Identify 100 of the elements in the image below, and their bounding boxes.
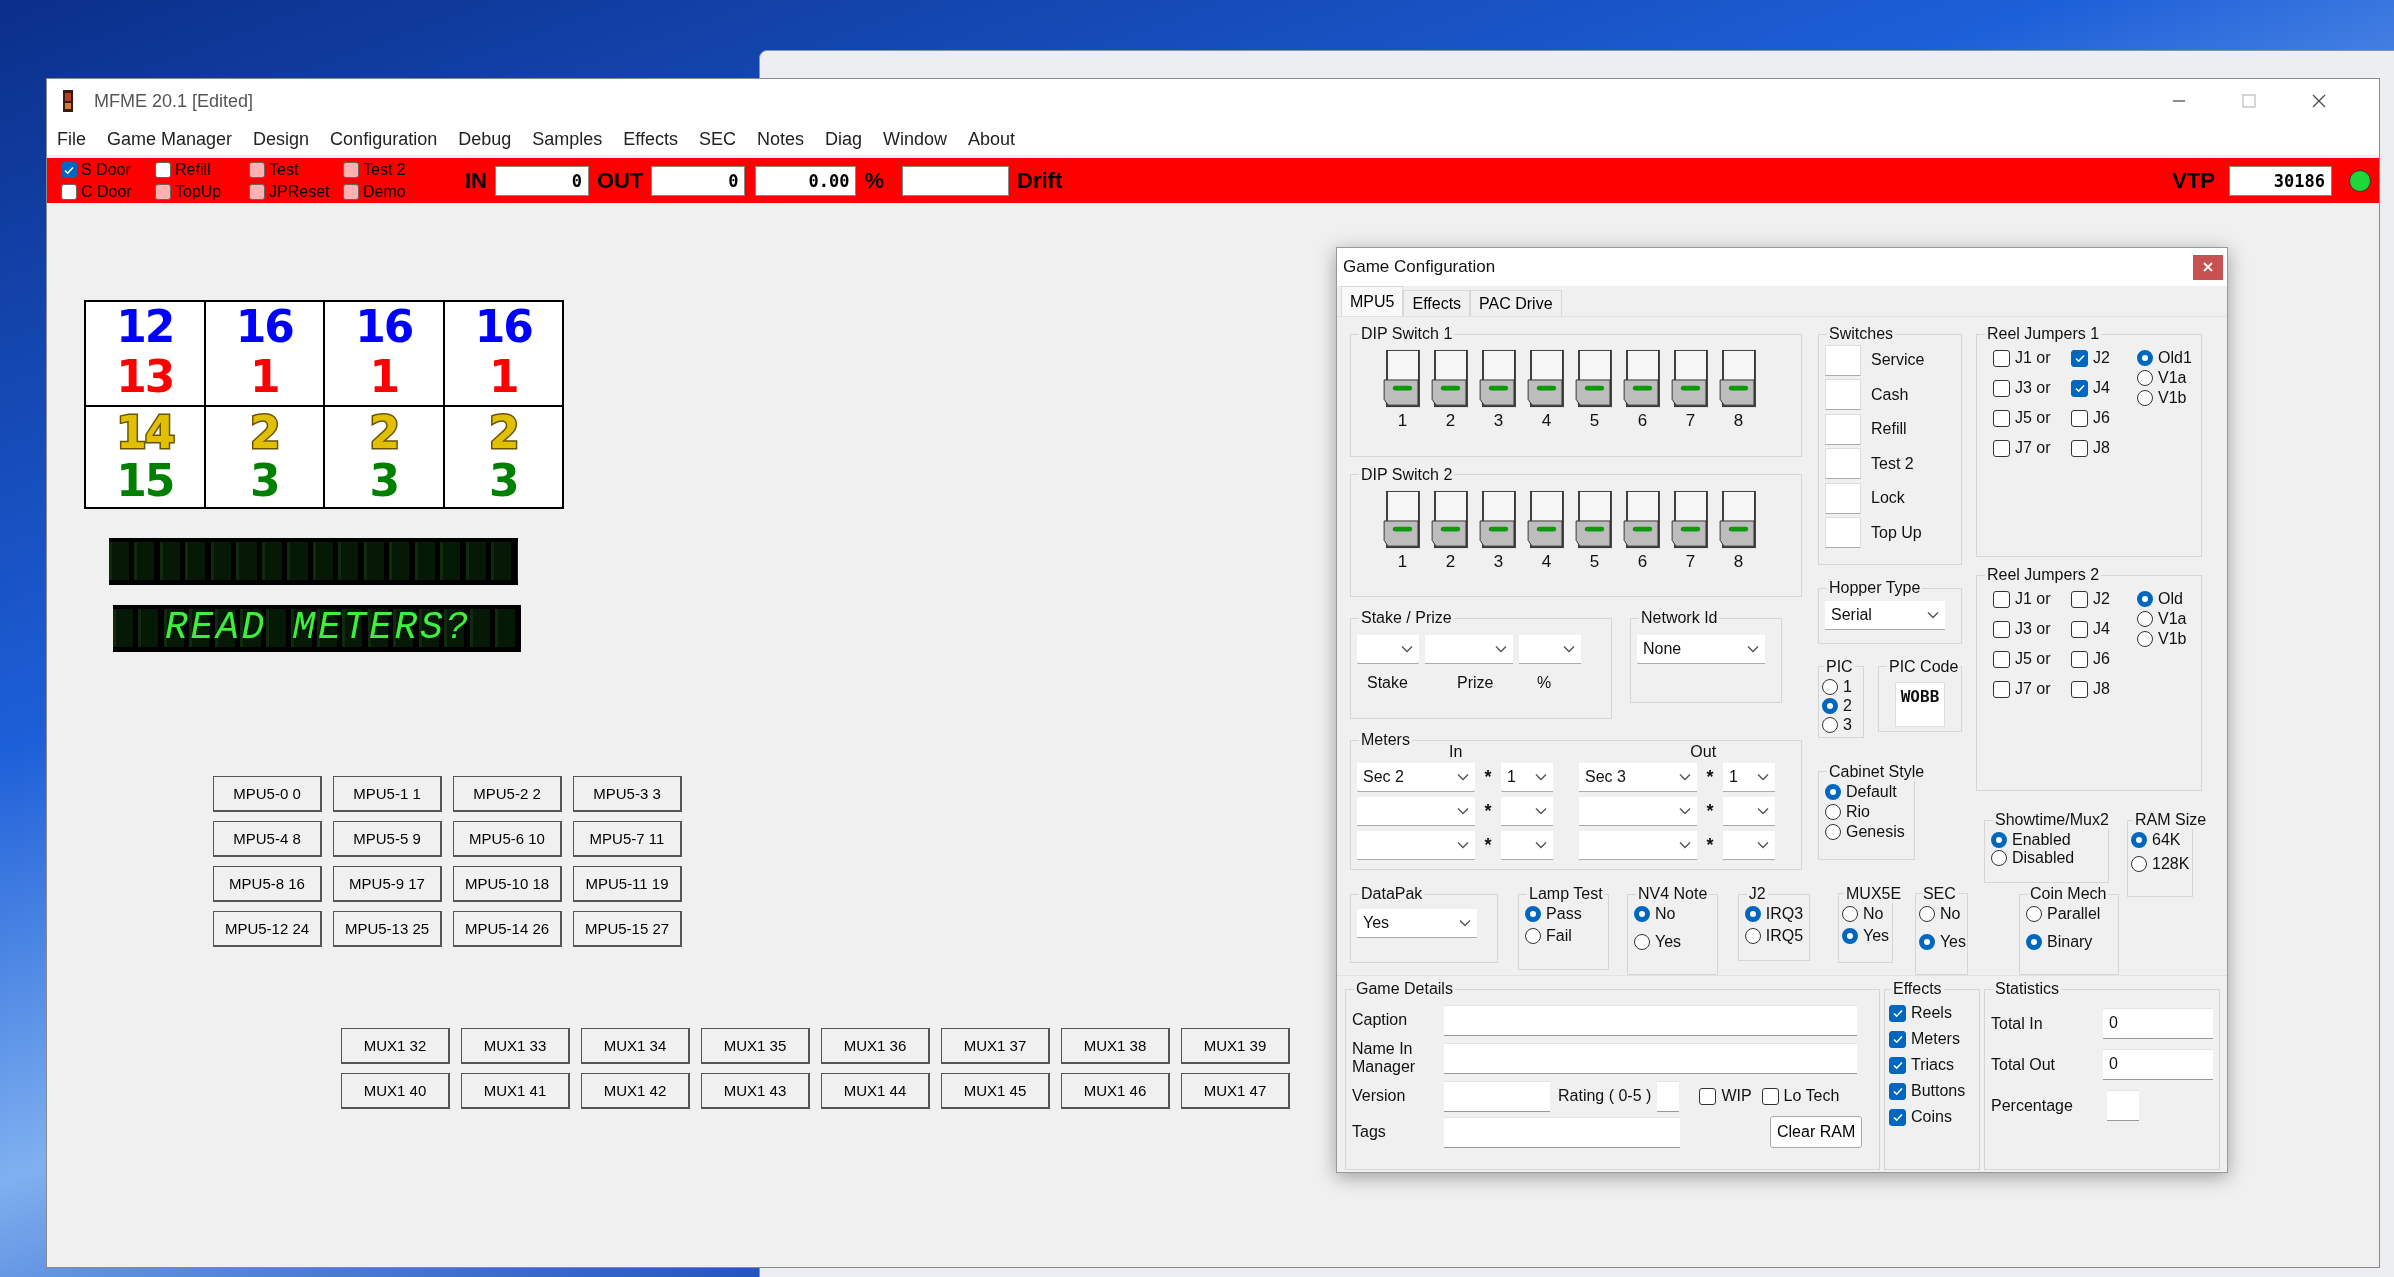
switch-button[interactable]	[1825, 448, 1861, 480]
checkbox[interactable]: Test	[249, 158, 343, 181]
dropdown[interactable]	[1501, 797, 1553, 826]
menu-item[interactable]: Samples	[532, 128, 603, 150]
radio-button[interactable]: Fail	[1525, 927, 1602, 945]
dropdown[interactable]: 1	[1501, 763, 1553, 792]
checkbox[interactable]: Test 2	[343, 158, 437, 181]
lamp-button[interactable]: MPU5-7 11	[573, 821, 682, 857]
out-field[interactable]: 0	[651, 165, 746, 196]
dropdown[interactable]	[1579, 797, 1697, 826]
vtp-field[interactable]: 30186	[2229, 165, 2332, 196]
dropdown[interactable]	[1579, 831, 1697, 860]
radio-button[interactable]: Default	[1825, 782, 1908, 801]
radio-button[interactable]: V1b	[2137, 630, 2187, 648]
lamp-button[interactable]: MUX1 47	[1181, 1073, 1290, 1109]
radio-button[interactable]: No	[1842, 905, 1889, 923]
switch-button[interactable]	[1825, 482, 1861, 514]
dropdown[interactable]	[1357, 797, 1475, 826]
checkbox[interactable]: Coins	[1889, 1108, 1975, 1126]
radio-button[interactable]: Yes	[1918, 933, 1964, 951]
radio-button[interactable]: Yes	[1633, 933, 1711, 951]
percentage-field[interactable]: 0.00	[755, 165, 857, 196]
dip-switch[interactable]	[1527, 489, 1566, 550]
dropdown[interactable]	[1723, 797, 1775, 826]
radio-button[interactable]: 128K	[2131, 855, 2189, 873]
in-field[interactable]: 0	[495, 165, 589, 196]
lamp-button[interactable]: MPU5-6 10	[453, 821, 562, 857]
menu-item[interactable]: Notes	[757, 128, 804, 150]
close-button[interactable]	[2193, 254, 2223, 280]
lamp-button[interactable]: MUX1 34	[581, 1028, 690, 1064]
radio-button[interactable]: Binary	[2026, 933, 2112, 951]
dropdown[interactable]: 1	[1723, 763, 1775, 792]
checkbox[interactable]: J8	[2071, 439, 2131, 457]
radio-button[interactable]: Yes	[1842, 927, 1889, 945]
dropdown[interactable]: Sec 2	[1357, 763, 1475, 792]
lamp-button[interactable]: MUX1 42	[581, 1073, 690, 1109]
switch-button[interactable]	[1825, 344, 1861, 376]
radio-button[interactable]: Old	[2137, 590, 2187, 608]
menu-item[interactable]: Design	[253, 128, 310, 150]
lamp-button[interactable]: MPU5-0 0	[213, 776, 322, 812]
menu-item[interactable]: File	[57, 128, 86, 150]
checkbox[interactable]: Lo Tech	[1761, 1087, 1840, 1105]
dip-switch[interactable]	[1623, 489, 1662, 550]
radio-button[interactable]: Rio	[1825, 802, 1908, 821]
dip-switch[interactable]	[1671, 349, 1710, 409]
radio-button[interactable]: Pass	[1525, 905, 1602, 923]
dropdown[interactable]: Serial	[1825, 601, 1945, 631]
lamp-button[interactable]: MPU5-10 18	[453, 866, 562, 902]
switch-button[interactable]	[1825, 379, 1861, 411]
checkbox[interactable]: TopUp	[155, 180, 249, 203]
lamp-button[interactable]: MPU5-8 16	[213, 866, 322, 902]
lamp-button[interactable]: MUX1 35	[701, 1028, 810, 1064]
lamp-button[interactable]: MUX1 41	[461, 1073, 570, 1109]
tab[interactable]: MPU5	[1341, 286, 1404, 316]
menu-item[interactable]: About	[968, 128, 1016, 150]
dip-switch[interactable]	[1431, 349, 1470, 409]
radio-button[interactable]: Old1	[2137, 349, 2192, 367]
checkbox[interactable]: J7 or	[1993, 439, 2071, 457]
lamp-button[interactable]: MUX1 43	[701, 1073, 810, 1109]
menu-item[interactable]: Effects	[623, 128, 678, 150]
tab[interactable]: PAC Drive	[1470, 290, 1562, 316]
radio-button[interactable]: IRQ5	[1744, 927, 1803, 945]
radio-button[interactable]: 64K	[2131, 831, 2189, 849]
lamp-button[interactable]: MPU5-1 1	[333, 776, 442, 812]
dropdown[interactable]: Sec 3	[1579, 763, 1697, 792]
menu-item[interactable]: SEC	[698, 128, 736, 150]
radio-button[interactable]: No	[1633, 905, 1711, 923]
checkbox[interactable]: J4	[2071, 620, 2131, 638]
checkbox[interactable]: Demo	[343, 180, 437, 203]
lamp-button[interactable]: MPU5-14 26	[453, 911, 562, 947]
checkbox[interactable]: J8	[2071, 680, 2131, 698]
radio-button[interactable]: V1a	[2137, 369, 2192, 387]
maximize-icon[interactable]	[2239, 91, 2259, 111]
total-out-field[interactable]: 0	[2103, 1049, 2213, 1080]
lamp-button[interactable]: MPU5-4 8	[213, 821, 322, 857]
percentage-field[interactable]	[2107, 1090, 2139, 1121]
lamp-button[interactable]: MUX1 37	[941, 1028, 1050, 1064]
dropdown[interactable]	[1723, 831, 1775, 860]
radio-button[interactable]: Disabled	[1991, 849, 2102, 867]
total-in-field[interactable]: 0	[2103, 1008, 2213, 1039]
clear-ram-button[interactable]: Clear RAM	[1770, 1116, 1863, 1148]
lamp-button[interactable]: MPU5-3 3	[573, 776, 682, 812]
checkbox[interactable]: JPReset	[249, 180, 343, 203]
dropdown[interactable]	[1519, 635, 1581, 664]
menu-item[interactable]: Configuration	[330, 128, 438, 150]
checkbox[interactable]: J6	[2071, 650, 2131, 668]
lamp-button[interactable]: MPU5-15 27	[573, 911, 682, 947]
radio-button[interactable]: IRQ3	[1744, 905, 1803, 923]
radio-button[interactable]: V1a	[2137, 610, 2187, 628]
radio-button[interactable]: Enabled	[1991, 831, 2102, 849]
dropdown[interactable]	[1357, 635, 1419, 664]
lamp-button[interactable]: MUX1 39	[1181, 1028, 1290, 1064]
radio-button[interactable]: Genesis	[1825, 822, 1908, 841]
checkbox[interactable]: J3 or	[1993, 379, 2071, 397]
dip-switch[interactable]	[1383, 489, 1422, 550]
lamp-button[interactable]: MUX1 32	[341, 1028, 450, 1064]
dip-switch[interactable]	[1671, 489, 1710, 550]
checkbox[interactable]: Refill	[155, 158, 249, 181]
menu-item[interactable]: Window	[883, 128, 948, 150]
radio-button[interactable]: Parallel	[2026, 905, 2112, 923]
